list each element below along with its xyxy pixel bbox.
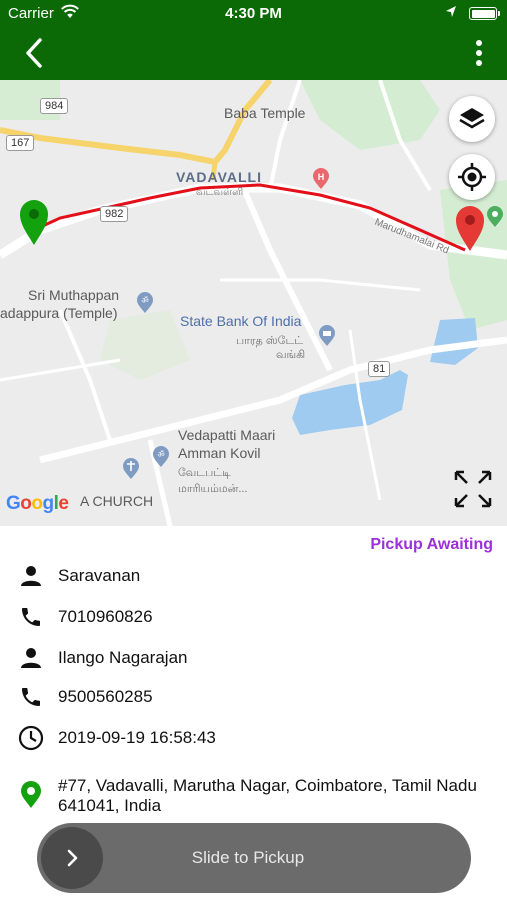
phone-icon: [16, 602, 46, 632]
map-label-church: A CHURCH: [80, 493, 154, 509]
pickup-marker-icon[interactable]: [18, 198, 50, 246]
rider-name-row: Saravanan: [16, 561, 496, 591]
datetime-row: 2019-09-19 16:58:43: [16, 723, 496, 753]
road-shield-984: 984: [40, 98, 69, 114]
ride-status-label: Pickup Awaiting: [370, 536, 493, 553]
route-map[interactable]: 984 167 982 81 Baba Temple VADAVALLI வடவ…: [0, 80, 507, 526]
clock-icon: [16, 723, 46, 753]
svg-text:ॐ: ॐ: [157, 450, 164, 459]
rider-name: Saravanan: [58, 566, 141, 585]
road-shield-982: 982: [100, 206, 129, 222]
google-logo: Google: [6, 493, 69, 514]
driver-phone-row[interactable]: 9500560285: [16, 682, 496, 712]
chevron-left-icon: [26, 38, 42, 68]
my-location-button[interactable]: [449, 154, 495, 200]
church-icon: [123, 458, 139, 479]
layers-icon: [459, 108, 485, 129]
more-vertical-icon: [476, 40, 482, 66]
map-label-vedapatti: Vedapatti Maari: [178, 427, 276, 443]
chevron-right-icon: [67, 849, 78, 867]
hospital-icon: H: [313, 168, 329, 189]
road-shield-167: 167: [6, 135, 35, 151]
temple-icon-2: ॐ: [153, 446, 169, 467]
location-pin-icon: [16, 780, 46, 810]
back-button[interactable]: [18, 36, 52, 70]
road-shield-81: 81: [368, 361, 391, 377]
svg-text:H: H: [318, 172, 325, 182]
map-label-sbi-tamil-2: வங்கி: [276, 349, 306, 361]
svg-text:ॐ: ॐ: [141, 296, 148, 305]
driver-phone[interactable]: 9500560285: [58, 687, 153, 707]
slide-to-pickup[interactable]: Slide to Pickup: [37, 823, 471, 893]
battery-tip: [498, 11, 500, 16]
bank-icon: [319, 325, 335, 346]
map-label-sri-muthappan: Sri Muthappan: [28, 287, 120, 303]
person-icon: [16, 561, 46, 591]
rider-phone-row[interactable]: 7010960826: [16, 602, 496, 632]
ride-datetime: 2019-09-19 16:58:43: [58, 728, 216, 747]
clock: 4:30 PM: [225, 5, 282, 22]
address-row: #77, Vadavalli, Marutha Nagar, Coimbator…: [16, 776, 496, 816]
battery-icon: [469, 7, 497, 20]
crosshair-icon: [458, 163, 486, 191]
more-menu-button[interactable]: [469, 38, 489, 70]
phone-icon: [16, 682, 46, 712]
drop-marker-icon[interactable]: [454, 204, 486, 252]
map-label-baba-temple: Baba Temple: [224, 105, 306, 121]
rider-phone[interactable]: 7010960826: [58, 607, 153, 627]
status-bar: Carrier 4:30 PM: [0, 0, 507, 28]
expand-icon: [454, 470, 492, 508]
map-label-vedapatti-tamil-2: மாரியம்மன்...: [178, 483, 248, 495]
driver-name: Ilango Nagarajan: [58, 648, 188, 667]
map-label-sbi: State Bank Of India: [180, 313, 302, 329]
driver-name-row: Ilango Nagarajan: [16, 643, 496, 673]
map-label-vedapatti-2: Amman Kovil: [178, 445, 261, 461]
pickup-address: #77, Vadavalli, Marutha Nagar, Coimbator…: [58, 776, 477, 815]
location-arrow-icon: [445, 5, 457, 23]
map-label-sri-muthappan-2: adappura (Temple): [0, 305, 118, 321]
person-icon: [16, 643, 46, 673]
map-label-vadavalli-tamil: வடவள்ளி: [196, 187, 244, 198]
map-layers-button[interactable]: [449, 96, 495, 142]
park-icon: [487, 206, 503, 227]
nav-bar: [0, 28, 507, 80]
slide-handle[interactable]: [41, 827, 103, 889]
temple-icon: ॐ: [137, 292, 153, 313]
